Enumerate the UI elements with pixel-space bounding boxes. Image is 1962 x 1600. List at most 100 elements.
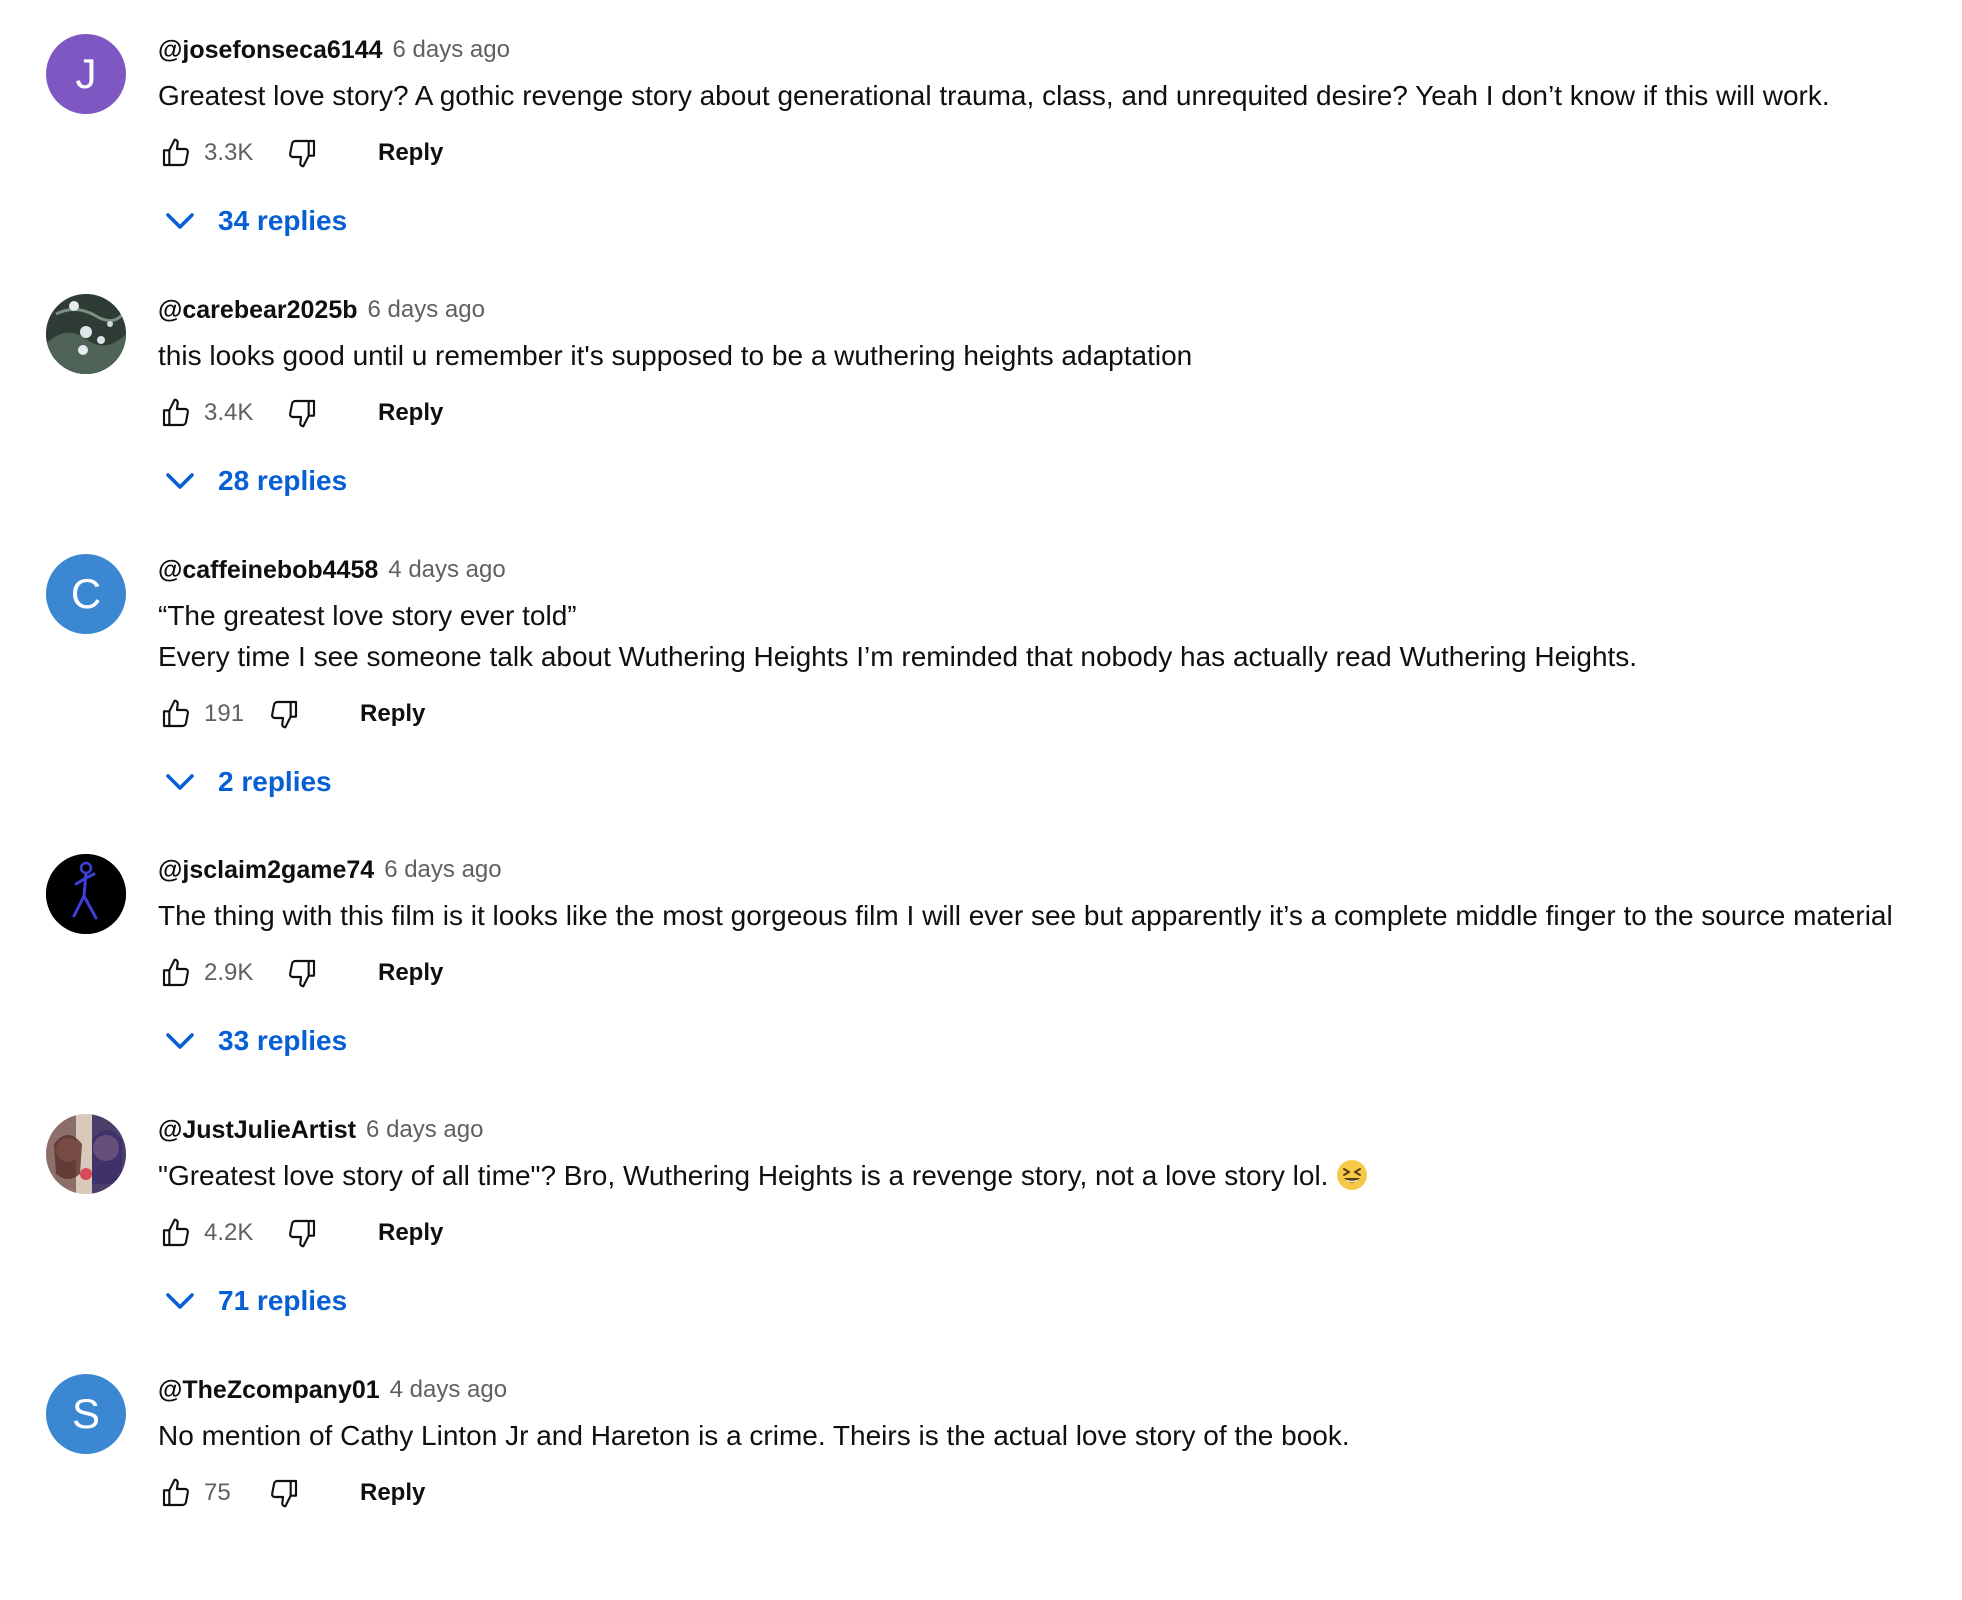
- dislike-button[interactable]: [266, 1475, 302, 1511]
- comment-author[interactable]: @carebear2025b: [158, 296, 358, 325]
- comment: S @TheZcompany01 4 days ago No mention o…: [0, 1340, 1962, 1600]
- chevron-down-icon: [166, 1293, 194, 1309]
- comment: J @josefonseca6144 6 days ago Greatest l…: [0, 0, 1962, 260]
- reply-button[interactable]: Reply: [378, 1219, 443, 1247]
- like-count: 4.2K: [204, 1219, 254, 1246]
- comment-actions: 3.4K Reply: [158, 388, 1952, 438]
- thumbs-down-icon: [289, 959, 316, 988]
- like-button[interactable]: [158, 395, 194, 431]
- view-replies-button[interactable]: 71 replies: [162, 1276, 1952, 1326]
- thumbs-down-icon: [271, 700, 298, 729]
- thumbs-down-icon: [271, 1479, 298, 1508]
- comment-author[interactable]: @josefonseca6144: [158, 36, 383, 65]
- replies-count: 2 replies: [218, 766, 332, 797]
- like-count: 75: [204, 1479, 231, 1506]
- comment-text-line: No mention of Cathy Linton Jr and Hareto…: [158, 1420, 1350, 1451]
- like-button[interactable]: [158, 1215, 194, 1251]
- comment-text: The thing with this film is it looks lik…: [158, 895, 1952, 936]
- like-button[interactable]: [158, 696, 194, 732]
- thumbs-down-icon: [289, 399, 316, 428]
- comment-text-line: “The greatest love story ever told”: [158, 600, 577, 631]
- comment-actions: 191 Reply: [158, 689, 1952, 739]
- comment-actions: 75 Reply: [158, 1468, 1952, 1518]
- comment-timestamp[interactable]: 4 days ago: [390, 1376, 507, 1404]
- reply-button[interactable]: Reply: [360, 700, 425, 728]
- comment-timestamp[interactable]: 6 days ago: [366, 1116, 483, 1144]
- thumbs-down-icon: [289, 1219, 316, 1248]
- like-count: 2.9K: [204, 959, 254, 986]
- comment-text-line: The thing with this film is it looks lik…: [158, 900, 1893, 931]
- view-replies-button[interactable]: 2 replies: [162, 757, 1952, 807]
- replies-count: 28 replies: [218, 465, 348, 496]
- dislike-button[interactable]: [284, 1215, 320, 1251]
- avatar[interactable]: C: [46, 554, 126, 634]
- comment-timestamp[interactable]: 6 days ago: [393, 36, 510, 64]
- thumbs-up-icon: [162, 699, 189, 728]
- comment: @carebear2025b 6 days ago this looks goo…: [0, 260, 1962, 520]
- dislike-button[interactable]: [266, 696, 302, 732]
- comment-text: Greatest love story? A gothic revenge st…: [158, 75, 1952, 116]
- comment-text-line: "Greatest love story of all time"? Bro, …: [158, 1155, 1952, 1196]
- comment-text-line: Every time I see someone talk about Wuth…: [158, 641, 1638, 672]
- comment-author[interactable]: @caffeinebob4458: [158, 556, 378, 585]
- avatar[interactable]: [46, 1114, 126, 1194]
- avatar[interactable]: [46, 854, 126, 934]
- comment-author[interactable]: @jsclaim2game74: [158, 856, 374, 885]
- reply-button[interactable]: Reply: [378, 959, 443, 987]
- replies-count: 34 replies: [218, 205, 348, 236]
- comment-actions: 4.2K Reply: [158, 1208, 1952, 1258]
- avatar[interactable]: S: [46, 1374, 126, 1454]
- avatar-letter: C: [70, 570, 102, 617]
- thumbs-down-icon: [289, 139, 316, 168]
- view-replies-button[interactable]: 28 replies: [162, 456, 1952, 506]
- comment-text-line: this looks good until u remember it's su…: [158, 340, 1193, 371]
- comment-actions: 3.3K Reply: [158, 128, 1952, 178]
- chevron-down-icon: [166, 1033, 194, 1049]
- view-replies-button[interactable]: 33 replies: [162, 1016, 1952, 1066]
- avatar-letter: J: [75, 50, 97, 97]
- dislike-button[interactable]: [284, 395, 320, 431]
- comment: @JustJulieArtist 6 days ago "Greatest lo…: [0, 1080, 1962, 1340]
- comment-author[interactable]: @TheZcompany01: [158, 1376, 380, 1405]
- dislike-button[interactable]: [284, 135, 320, 171]
- like-count: 191: [204, 700, 245, 727]
- chevron-down-icon: [166, 213, 194, 229]
- like-count: 3.3K: [204, 139, 254, 166]
- avatar-image: [46, 294, 126, 374]
- chevron-down-icon: [166, 774, 194, 790]
- like-count: 3.4K: [204, 399, 254, 426]
- like-button[interactable]: [158, 955, 194, 991]
- avatar-image: [46, 854, 126, 934]
- comment-text-line: Greatest love story? A gothic revenge st…: [158, 80, 1830, 111]
- comments-thread: J @josefonseca6144 6 days ago Greatest l…: [0, 0, 1962, 1600]
- comment-text-content: "Greatest love story of all time"? Bro, …: [158, 1160, 1329, 1191]
- comment-text: No mention of Cathy Linton Jr and Hareto…: [158, 1415, 1952, 1456]
- thumbs-up-icon: [162, 1218, 189, 1247]
- reply-button[interactable]: Reply: [378, 139, 443, 167]
- comment-timestamp[interactable]: 6 days ago: [384, 856, 501, 884]
- avatar-letter: S: [71, 1390, 100, 1437]
- avatar-image: [46, 1114, 126, 1194]
- chevron-down-icon: [166, 473, 194, 489]
- comment-timestamp[interactable]: 6 days ago: [368, 296, 485, 324]
- avatar[interactable]: J: [46, 34, 126, 114]
- comment-timestamp[interactable]: 4 days ago: [388, 556, 505, 584]
- comment-text: "Greatest love story of all time"? Bro, …: [158, 1155, 1952, 1196]
- like-button[interactable]: [158, 135, 194, 171]
- thumbs-up-icon: [162, 1478, 189, 1507]
- reply-button[interactable]: Reply: [360, 1479, 425, 1507]
- reply-button[interactable]: Reply: [378, 399, 443, 427]
- like-button[interactable]: [158, 1475, 194, 1511]
- comment: C @caffeinebob4458 4 days ago “The great…: [0, 520, 1962, 820]
- replies-count: 71 replies: [218, 1285, 348, 1316]
- avatar[interactable]: [46, 294, 126, 374]
- thumbs-up-icon: [162, 398, 189, 427]
- comment-text: “The greatest love story ever told” Ever…: [158, 595, 1952, 677]
- comment-actions: 2.9K Reply: [158, 948, 1952, 998]
- view-replies-button[interactable]: 34 replies: [162, 196, 1952, 246]
- dislike-button[interactable]: [284, 955, 320, 991]
- thumbs-up-icon: [162, 138, 189, 167]
- comment-author[interactable]: @JustJulieArtist: [158, 1116, 356, 1145]
- comment-text: this looks good until u remember it's su…: [158, 335, 1952, 376]
- thumbs-up-icon: [162, 958, 189, 987]
